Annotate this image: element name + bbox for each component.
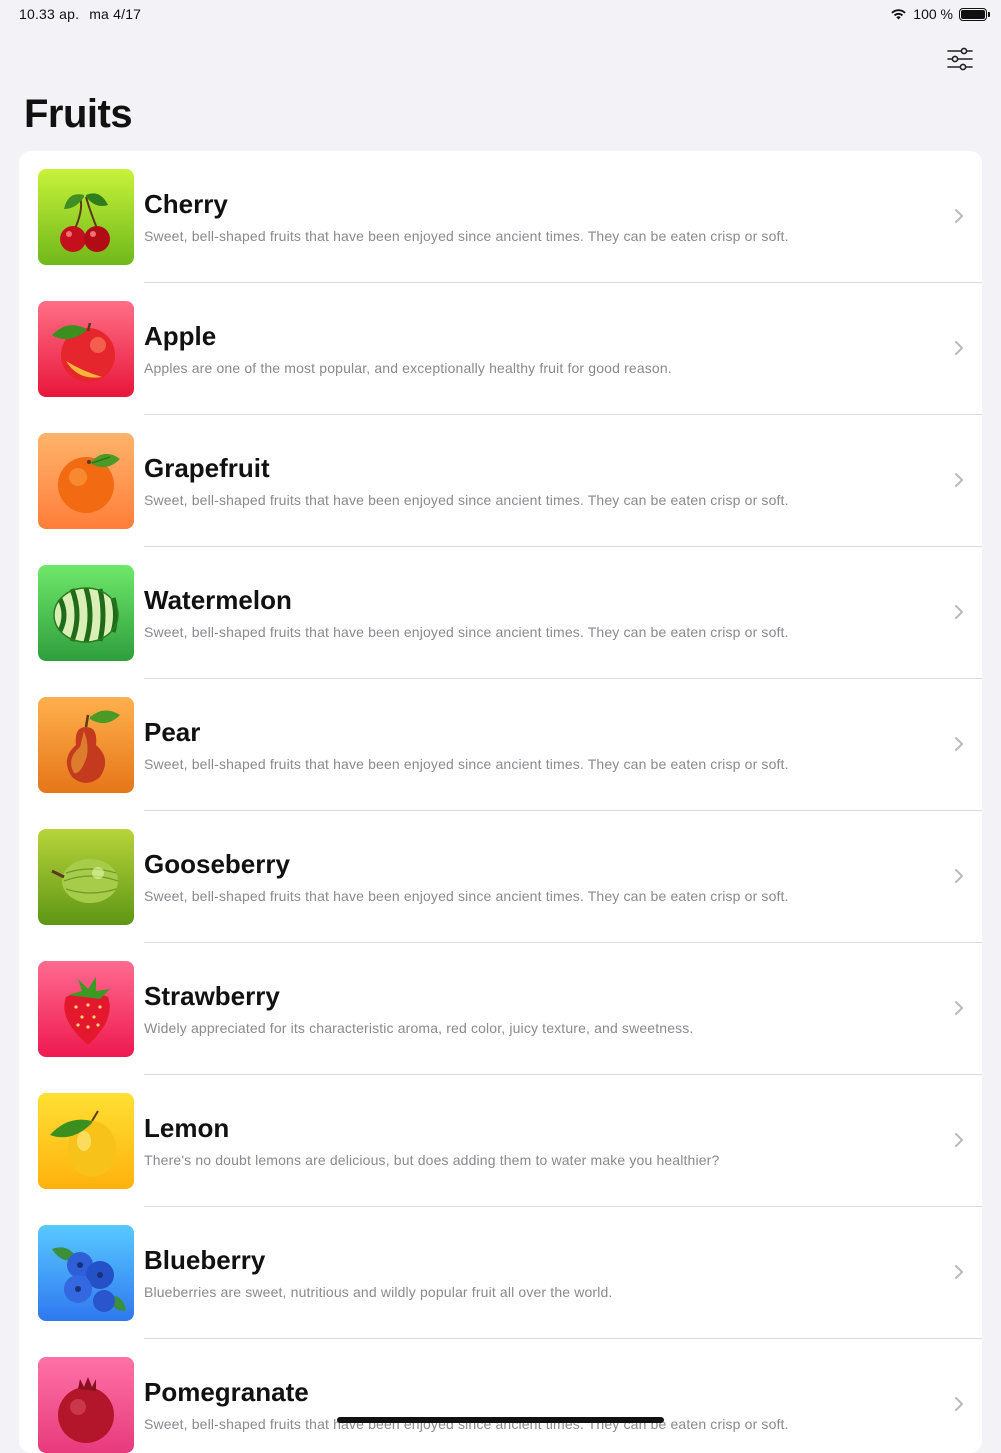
fruit-title: Pear xyxy=(144,717,201,747)
fruit-row-apple[interactable]: Apple Apples are one of the most popular,… xyxy=(19,283,982,415)
chevron-right-icon xyxy=(954,340,964,361)
chevron-right-icon xyxy=(954,208,964,229)
fruit-image xyxy=(38,1093,134,1189)
fruit-title: Pomegranate xyxy=(144,1377,309,1407)
fruit-row-grapefruit[interactable]: Grapefruit Sweet, bell-shaped fruits that… xyxy=(19,415,982,547)
fruit-title: Watermelon xyxy=(144,585,292,615)
fruit-row-gooseberry[interactable]: Gooseberry Sweet, bell-shaped fruits that… xyxy=(19,811,982,943)
fruit-image xyxy=(38,697,134,793)
status-date: ma 4/17 xyxy=(89,6,142,22)
fruit-row-pomegranate[interactable]: Pomegranate Sweet, bell-shaped fruits tha… xyxy=(19,1339,982,1453)
battery-icon xyxy=(959,7,990,21)
chevron-right-icon xyxy=(954,1396,964,1417)
chevron-right-icon xyxy=(954,472,964,493)
fruit-row-cherry[interactable]: Cherry Sweet, bell-shaped fruits that hav… xyxy=(19,151,982,283)
chevron-right-icon xyxy=(954,1000,964,1021)
fruit-row-watermelon[interactable]: Watermelon Sweet, bell-shaped fruits that… xyxy=(19,547,982,679)
fruit-title: Gooseberry xyxy=(144,849,290,879)
filter-button[interactable] xyxy=(945,44,975,74)
fruit-image xyxy=(38,1357,134,1453)
home-indicator xyxy=(337,1417,664,1423)
fruit-description: Sweet, bell-shaped fruits that have been… xyxy=(144,756,789,772)
fruit-title: Apple xyxy=(144,321,217,351)
sliders-icon xyxy=(947,47,973,71)
wifi-icon xyxy=(890,8,907,20)
status-bar: 10.33 ap. ma 4/17 100 % xyxy=(0,0,1001,28)
fruit-title: Blueberry xyxy=(144,1245,266,1275)
chevron-right-icon xyxy=(954,604,964,625)
fruit-image xyxy=(38,301,134,397)
fruit-row-blueberry[interactable]: Blueberry Blueberries are sweet, nutritio… xyxy=(19,1207,982,1339)
status-time: 10.33 ap. ma 4/17 xyxy=(19,6,141,22)
fruit-description: Blueberries are sweet, nutritious and wi… xyxy=(144,1284,613,1300)
fruit-image xyxy=(38,433,134,529)
fruit-description: Sweet, bell-shaped fruits that have been… xyxy=(144,492,789,508)
status-indicators: 100 % xyxy=(890,6,990,22)
fruit-title: Cherry xyxy=(144,189,228,219)
fruit-image xyxy=(38,565,134,661)
fruit-image xyxy=(38,1225,134,1321)
fruit-image xyxy=(38,961,134,1057)
fruit-title: Grapefruit xyxy=(144,453,270,483)
fruit-description: Sweet, bell-shaped fruits that have been… xyxy=(144,228,789,244)
chevron-right-icon xyxy=(954,736,964,757)
fruit-description: There's no doubt lemons are delicious, b… xyxy=(144,1152,720,1168)
fruit-row-pear[interactable]: Pear Sweet, bell-shaped fruits that have … xyxy=(19,679,982,811)
fruit-description: Widely appreciated for its characteristi… xyxy=(144,1020,694,1036)
fruit-image xyxy=(38,169,134,265)
chevron-right-icon xyxy=(954,868,964,889)
chevron-right-icon xyxy=(954,1132,964,1153)
fruit-image xyxy=(38,829,134,925)
chevron-right-icon xyxy=(954,1264,964,1285)
battery-percentage: 100 % xyxy=(913,6,953,22)
fruit-description: Apples are one of the most popular, and … xyxy=(144,360,672,376)
fruit-list: Cherry Sweet, bell-shaped fruits that hav… xyxy=(19,151,982,1453)
fruit-row-lemon[interactable]: Lemon There's no doubt lemons are delicio… xyxy=(19,1075,982,1207)
fruit-title: Lemon xyxy=(144,1113,230,1143)
fruit-description: Sweet, bell-shaped fruits that have been… xyxy=(144,624,789,640)
fruit-description: Sweet, bell-shaped fruits that have been… xyxy=(144,888,789,904)
page-title: Fruits xyxy=(24,92,133,136)
status-clock: 10.33 ap. xyxy=(19,6,80,22)
fruit-row-strawberry[interactable]: Strawberry Widely appreciated for its cha… xyxy=(19,943,982,1075)
fruit-title: Strawberry xyxy=(144,981,280,1011)
